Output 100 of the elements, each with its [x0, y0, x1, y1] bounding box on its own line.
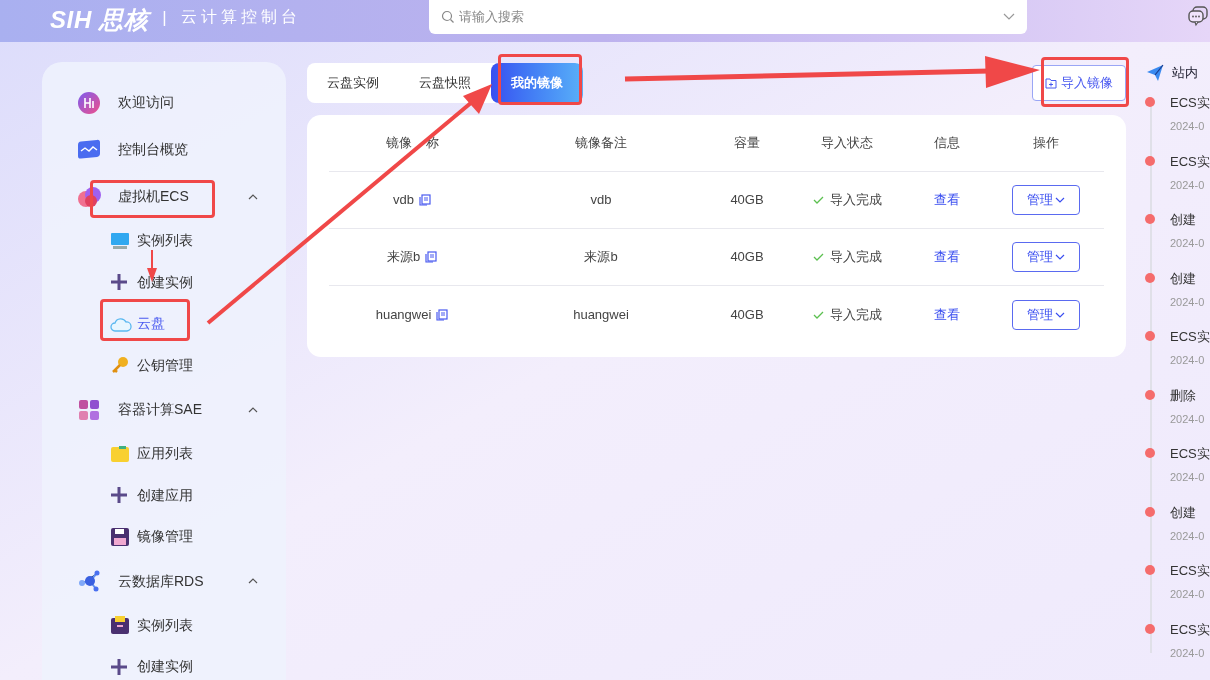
sidebar-label: 容器计算SAE — [118, 400, 203, 419]
notification-date: 2024-0 — [1170, 470, 1206, 485]
sidebar-label: 创建实例 — [137, 657, 193, 677]
table-cell-text: 40GB — [730, 248, 764, 267]
search-bar[interactable]: 请输入搜索 — [428, 0, 1027, 34]
notification-date: 2024-0 — [1170, 587, 1206, 602]
sidebar-label: 虚拟机ECS — [118, 187, 190, 206]
column-header: 导入状态 — [821, 134, 873, 153]
notification-text: ECS实 — [1170, 153, 1210, 170]
manage-button[interactable]: 管理 — [1011, 299, 1080, 330]
search-input[interactable]: 请输入搜索 — [458, 7, 999, 27]
copy-icon[interactable] — [419, 194, 431, 206]
check-icon — [812, 310, 824, 319]
sidebar-label: 云数据库RDS — [118, 571, 205, 591]
notification-text: ECS实 — [1170, 563, 1210, 579]
table-cell-text: 40GB — [730, 305, 764, 324]
chevron-up-icon — [248, 406, 258, 413]
view-link[interactable]: 查看 — [934, 247, 960, 267]
check-icon — [812, 196, 824, 204]
plus-icon — [110, 273, 128, 292]
table-cell-text: huangwei — [573, 305, 629, 324]
table-cell-text: huangwei — [375, 305, 432, 324]
column-header: 信息 — [934, 134, 960, 153]
tab[interactable]: 我的镜像 — [491, 63, 583, 103]
check-icon — [812, 253, 824, 261]
cloud-icon — [110, 315, 132, 332]
sidebar-item[interactable]: 虚拟机ECS — [42, 173, 286, 220]
sidebar-subitem[interactable]: 创建实例 — [42, 646, 286, 680]
copy-icon[interactable] — [425, 251, 438, 263]
column-header: 容量 — [734, 134, 760, 153]
cabinet-icon — [110, 615, 130, 636]
notifications-title: 站内 — [1172, 64, 1198, 83]
notification-date: 2024-0 — [1170, 119, 1206, 134]
hi-badge-icon — [77, 90, 101, 115]
chevron-down-icon — [1054, 254, 1065, 260]
sidebar-label: 控制台概览 — [118, 140, 189, 159]
notification-text: ECS实 — [1170, 621, 1210, 638]
chat-icon[interactable] — [1186, 5, 1209, 27]
sidebar-subitem[interactable]: 创建实例 — [42, 261, 286, 303]
import-image-button[interactable]: 导入镜像 — [1032, 65, 1126, 101]
notification-text: ECS实 — [1170, 95, 1210, 111]
notification-text: 创建 — [1170, 270, 1197, 287]
table-cell-text: 来源b — [584, 248, 618, 267]
table-cell-text: vdb — [590, 191, 612, 210]
manage-button[interactable]: 管理 — [1011, 185, 1080, 215]
notification-date: 2024-0 — [1170, 294, 1206, 310]
view-link[interactable]: 查看 — [934, 190, 960, 210]
chart-card-icon — [77, 138, 101, 161]
sidebar-item[interactable]: 欢迎访问 — [42, 79, 286, 126]
header-divider: | — [162, 7, 167, 29]
folder-plus-icon — [1045, 77, 1057, 89]
column-header: 操作 — [1032, 134, 1059, 153]
chevron-down-icon — [1002, 13, 1015, 21]
chevron-down-icon — [1054, 311, 1065, 318]
sidebar-item[interactable]: 容器计算SAE — [42, 386, 286, 433]
sidebar-subitem[interactable]: 公钥管理 — [42, 344, 286, 386]
tab[interactable]: 云盘实例 — [307, 63, 399, 103]
sidebar-subitem[interactable]: 实例列表 — [42, 604, 286, 646]
chevron-down-icon — [1054, 197, 1065, 203]
notification-date: 2024-0 — [1170, 236, 1206, 251]
sidebar-subitem[interactable]: 镜像管理 — [42, 516, 286, 558]
table-cell-text: 导入完成 — [829, 191, 882, 210]
sidebar-label: 创建实例 — [137, 272, 193, 292]
sidebar-subitem[interactable]: 应用列表 — [42, 433, 286, 475]
sidebar-label: 创建应用 — [137, 485, 193, 505]
tab[interactable]: 云盘快照 — [399, 63, 491, 103]
blocks-icon — [77, 397, 101, 422]
column-header: 镜像备注 — [575, 134, 627, 153]
table-cell-text: 导入完成 — [829, 248, 882, 267]
sidebar-subitem[interactable]: 云盘 — [42, 303, 286, 345]
sidebar-label: 云盘 — [137, 314, 165, 334]
table-cell-text: 40GB — [730, 191, 764, 210]
sidebar-subitem[interactable]: 实例列表 — [42, 220, 286, 262]
folder-icon — [110, 444, 130, 463]
search-icon — [440, 10, 455, 24]
table-cell-text: 导入完成 — [829, 305, 882, 324]
sidebar-item[interactable]: 控制台概览 — [42, 126, 286, 173]
cloud-blob-icon — [77, 184, 103, 209]
paper-plane-icon — [1146, 64, 1164, 82]
notification-text: 删除 — [1170, 387, 1197, 404]
notification-text: ECS实 — [1170, 329, 1210, 345]
sidebar-subitem[interactable]: 创建应用 — [42, 474, 286, 516]
sidebar-label: 实例列表 — [137, 615, 193, 635]
notification-date: 2024-0 — [1170, 645, 1206, 661]
monitor-icon — [110, 230, 130, 251]
manage-button[interactable]: 管理 — [1011, 242, 1080, 272]
chevron-up-icon — [248, 193, 258, 200]
copy-icon[interactable] — [436, 308, 449, 321]
table-cell-text: vdb — [393, 191, 414, 210]
table-cell-text: 来源b — [386, 248, 421, 267]
plus-icon — [110, 486, 128, 505]
sidebar-item[interactable]: 云数据库RDS — [42, 557, 286, 605]
console-title: 云计算控制台 — [180, 7, 301, 27]
notification-text: 创建 — [1170, 504, 1197, 521]
view-link[interactable]: 查看 — [934, 304, 960, 325]
sidebar-label: 公钥管理 — [137, 355, 193, 375]
sidebar-label: 欢迎访问 — [118, 93, 175, 112]
notification-date: 2024-0 — [1170, 411, 1206, 427]
sidebar-label: 实例列表 — [137, 231, 193, 251]
notification-date: 2024-0 — [1170, 353, 1206, 368]
